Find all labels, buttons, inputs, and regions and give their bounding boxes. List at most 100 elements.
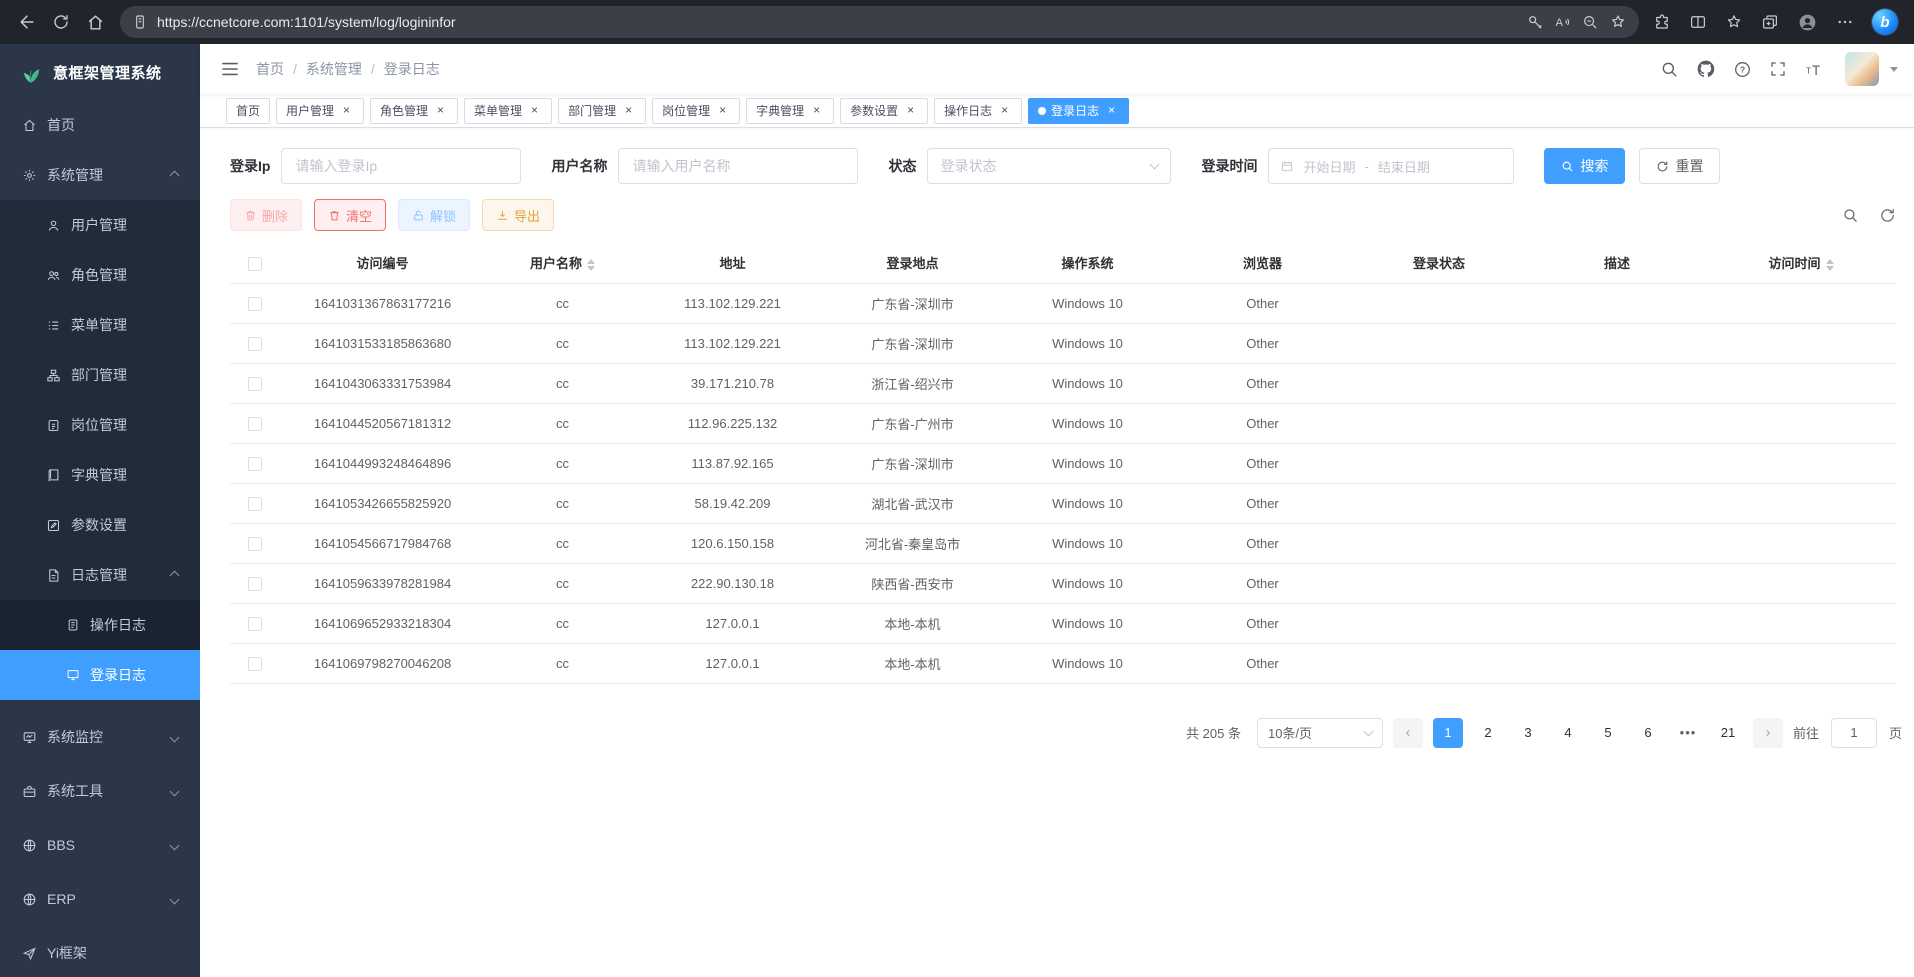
tab-menus[interactable]: 菜单管理×: [464, 98, 552, 124]
tab-close-icon[interactable]: ×: [809, 103, 824, 118]
sidebar-item-menus[interactable]: 菜单管理: [0, 300, 200, 350]
sidebar-item-log-management[interactable]: 日志管理: [0, 550, 200, 600]
sidebar-item-yi-framework[interactable]: Yi框架: [0, 926, 200, 977]
page-button-3[interactable]: 3: [1513, 718, 1543, 748]
sidebar-item-system[interactable]: 系统管理: [0, 150, 200, 200]
reset-button[interactable]: 重置: [1639, 148, 1720, 184]
page-button-4[interactable]: 4: [1553, 718, 1583, 748]
row-checkbox[interactable]: [248, 577, 262, 591]
row-checkbox[interactable]: [248, 337, 262, 351]
search-button[interactable]: 搜索: [1544, 148, 1625, 184]
sidebar-item-monitoring[interactable]: 系统监控: [0, 710, 200, 764]
breadcrumb-home[interactable]: 首页: [256, 59, 284, 79]
row-checkbox[interactable]: [248, 537, 262, 551]
page-button-2[interactable]: 2: [1473, 718, 1503, 748]
sidebar-item-home[interactable]: 首页: [0, 100, 200, 150]
tab-close-icon[interactable]: ×: [997, 103, 1012, 118]
sidebar-item-posts[interactable]: 岗位管理: [0, 400, 200, 450]
sidebar-item-users[interactable]: 用户管理: [0, 200, 200, 250]
end-date-placeholder[interactable]: 结束日期: [1378, 157, 1430, 176]
page-button-5[interactable]: 5: [1593, 718, 1623, 748]
sort-carets[interactable]: [587, 259, 595, 271]
extensions-icon[interactable]: [1653, 13, 1671, 31]
row-checkbox[interactable]: [248, 617, 262, 631]
table-row[interactable]: 1641069652933218304 cc 127.0.0.1 本地-本机 W…: [230, 603, 1896, 643]
sidebar-item-roles[interactable]: 角色管理: [0, 250, 200, 300]
tab-operation-log[interactable]: 操作日志×: [934, 98, 1022, 124]
collections-icon[interactable]: [1761, 13, 1779, 31]
tab-dictionary[interactable]: 字典管理×: [746, 98, 834, 124]
start-date-placeholder[interactable]: 开始日期: [1303, 157, 1355, 176]
tab-close-icon[interactable]: ×: [433, 103, 448, 118]
browser-back-icon[interactable]: [10, 5, 44, 39]
clear-button[interactable]: 清空: [314, 199, 386, 231]
goto-page-input[interactable]: [1831, 718, 1877, 748]
tab-close-icon[interactable]: ×: [903, 103, 918, 118]
table-row[interactable]: 1641053426655825920 cc 58.19.42.209 湖北省-…: [230, 483, 1896, 523]
avatar-caret-down-icon[interactable]: [1890, 67, 1898, 72]
table-row[interactable]: 1641044520567181312 cc 112.96.225.132 广东…: [230, 403, 1896, 443]
tab-close-icon[interactable]: ×: [715, 103, 730, 118]
sidebar-toggle-icon[interactable]: [200, 59, 256, 79]
tab-login-log[interactable]: 登录日志×: [1028, 98, 1129, 124]
sidebar-item-operation-log[interactable]: 操作日志: [0, 600, 200, 650]
tab-close-icon[interactable]: ×: [339, 103, 354, 118]
sidebar-item-tools[interactable]: 系统工具: [0, 764, 200, 818]
unlock-button[interactable]: 解锁: [398, 199, 470, 231]
font-size-icon[interactable]: TT: [1804, 60, 1828, 79]
help-icon[interactable]: ?: [1733, 60, 1752, 79]
tab-close-icon[interactable]: ×: [527, 103, 542, 118]
browser-menu-ellipsis-icon[interactable]: [1836, 13, 1854, 31]
next-page-button[interactable]: ›: [1753, 718, 1783, 748]
tab-departments[interactable]: 部门管理×: [558, 98, 646, 124]
breadcrumb-system[interactable]: 系统管理: [306, 59, 362, 79]
tab-posts[interactable]: 岗位管理×: [652, 98, 740, 124]
prev-page-button[interactable]: ‹: [1393, 718, 1423, 748]
row-checkbox[interactable]: [248, 497, 262, 511]
browser-profile-icon[interactable]: [1797, 12, 1818, 33]
url-text[interactable]: https://ccnetcore.com:1101/system/log/lo…: [157, 14, 1527, 30]
sidebar-item-erp[interactable]: ERP: [0, 872, 200, 926]
site-info-icon[interactable]: [132, 14, 148, 30]
page-size-select[interactable]: 10条/页: [1257, 718, 1383, 748]
row-checkbox[interactable]: [248, 297, 262, 311]
github-icon[interactable]: [1696, 59, 1716, 79]
tab-parameters[interactable]: 参数设置×: [840, 98, 928, 124]
login-ip-input[interactable]: [281, 148, 521, 184]
table-row[interactable]: 1641054566717984768 cc 120.6.150.158 河北省…: [230, 523, 1896, 563]
user-name-input[interactable]: [618, 148, 858, 184]
favorites-icon[interactable]: [1725, 13, 1743, 31]
col-visit-time[interactable]: 访问时间: [1706, 243, 1896, 283]
table-row[interactable]: 1641043063331753984 cc 39.171.210.78 浙江省…: [230, 363, 1896, 403]
app-logo[interactable]: 意框架管理系统: [0, 44, 200, 100]
table-row[interactable]: 1641031367863177216 cc 113.102.129.221 广…: [230, 283, 1896, 323]
delete-button[interactable]: 删除: [230, 199, 302, 231]
browser-home-icon[interactable]: [78, 5, 112, 39]
table-row[interactable]: 1641069798270046208 cc 127.0.0.1 本地-本机 W…: [230, 643, 1896, 683]
user-avatar[interactable]: [1845, 52, 1879, 86]
address-bar[interactable]: https://ccnetcore.com:1101/system/log/lo…: [120, 6, 1639, 38]
copilot-icon[interactable]: b: [1872, 9, 1898, 35]
export-button[interactable]: 导出: [482, 199, 554, 231]
row-checkbox[interactable]: [248, 377, 262, 391]
sidebar-item-departments[interactable]: 部门管理: [0, 350, 200, 400]
status-select[interactable]: 登录状态: [927, 148, 1171, 184]
tab-home[interactable]: 首页: [226, 98, 270, 124]
zoom-out-icon[interactable]: [1582, 14, 1599, 31]
tab-users[interactable]: 用户管理×: [276, 98, 364, 124]
refresh-table-icon[interactable]: [1879, 207, 1896, 224]
table-row[interactable]: 1641059633978281984 cc 222.90.130.18 陕西省…: [230, 563, 1896, 603]
browser-refresh-icon[interactable]: [44, 5, 78, 39]
table-row[interactable]: 1641044993248464896 cc 113.87.92.165 广东省…: [230, 443, 1896, 483]
toggle-search-icon[interactable]: [1842, 207, 1859, 224]
add-favorite-star-icon[interactable]: [1609, 13, 1627, 31]
fullscreen-icon[interactable]: [1769, 60, 1787, 78]
sidebar-item-bbs[interactable]: BBS: [0, 818, 200, 872]
sort-carets[interactable]: [1826, 259, 1834, 271]
read-aloud-icon[interactable]: A: [1554, 13, 1572, 31]
col-user-name[interactable]: 用户名称: [485, 243, 640, 283]
date-range-picker[interactable]: 开始日期 - 结束日期: [1268, 148, 1514, 184]
password-key-icon[interactable]: [1527, 14, 1544, 31]
sidebar-item-login-log[interactable]: 登录日志: [0, 650, 200, 700]
sidebar-item-dictionary[interactable]: 字典管理: [0, 450, 200, 500]
